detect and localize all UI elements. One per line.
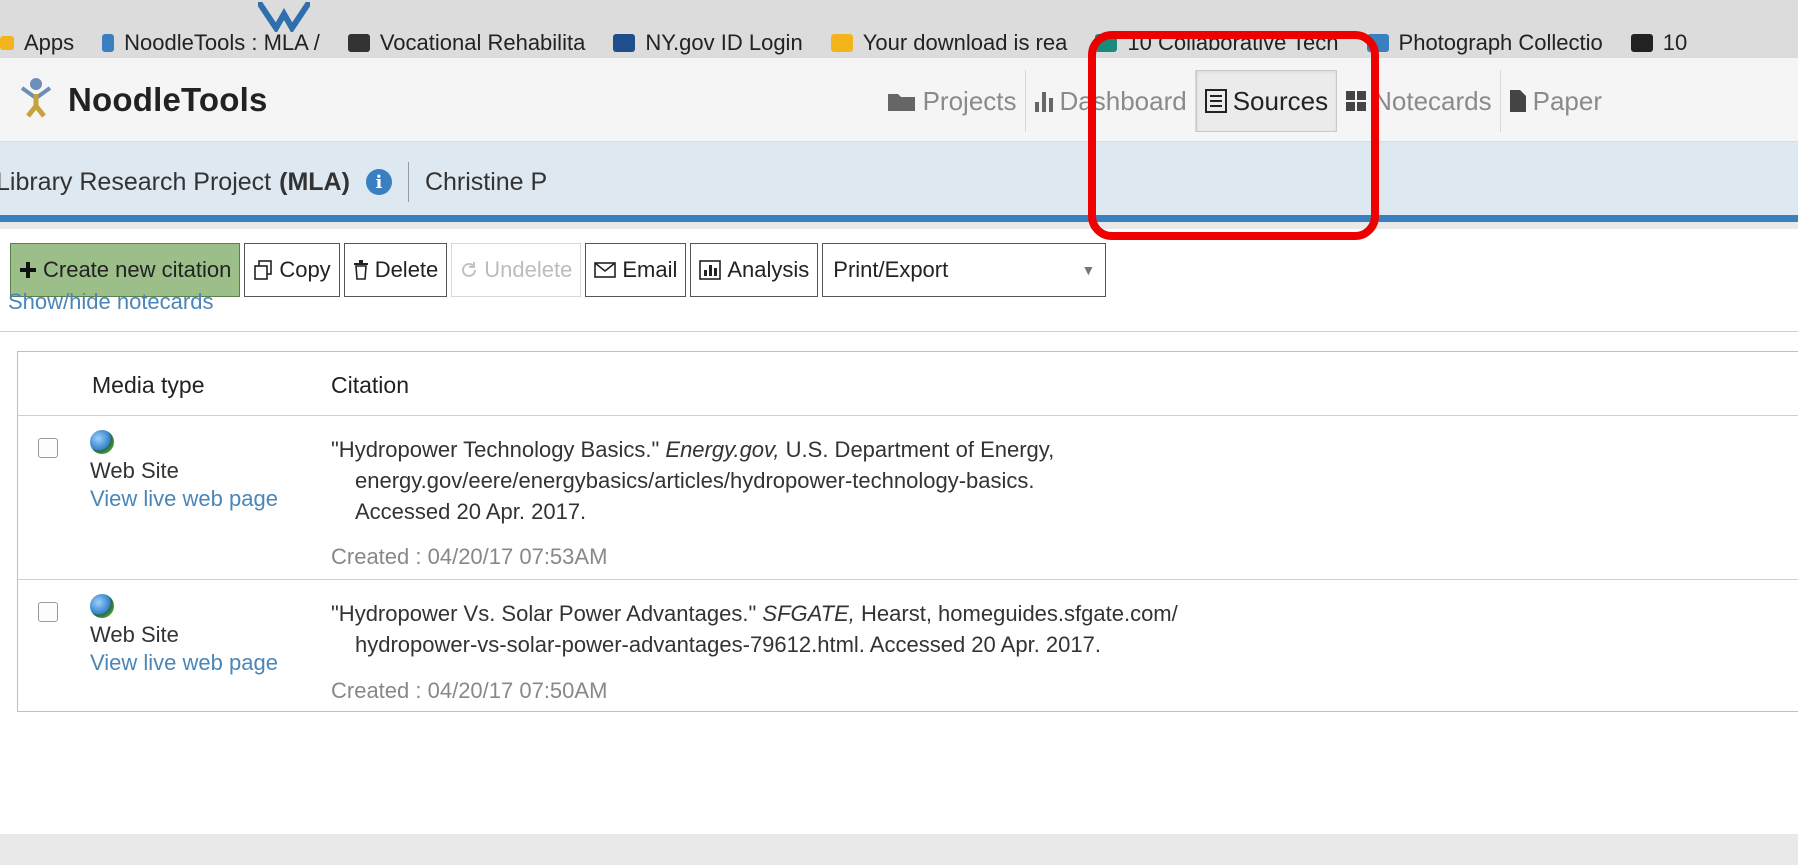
undelete-button[interactable]: Undelete	[451, 243, 582, 297]
media-type: Web Site	[90, 458, 179, 483]
noodletools-favicon-icon	[102, 34, 115, 52]
citation-text: "Hydropower Vs. Solar Power Advantages."…	[331, 601, 1178, 657]
brand-name: NoodleTools	[68, 80, 268, 118]
table-header: Media type Citation	[18, 352, 1798, 416]
project-info: Library Research Project (MLA) i Christi…	[0, 162, 547, 202]
bookmarks-row: Apps NoodleTools : MLA / Vocational Reha…	[0, 28, 1715, 58]
info-icon[interactable]: i	[365, 169, 392, 195]
document-icon	[1509, 89, 1527, 113]
sources-table: Media type Citation Web Site View live w…	[17, 351, 1798, 712]
app-header: NoodleTools Projects Dashboard Sources N…	[0, 58, 1798, 142]
keyboard-favicon-icon	[1630, 34, 1653, 52]
citation-text: "Hydropower Technology Basics." Energy.g…	[331, 437, 1055, 524]
print-export-select[interactable]: Print/Export ▼	[822, 243, 1107, 297]
bookmark-nygov[interactable]: NY.gov ID Login	[613, 30, 803, 56]
project-bar: Library Research Project (MLA) i Christi…	[0, 142, 1798, 222]
bookmarks-bar: Apps NoodleTools : MLA / Vocational Reha…	[0, 0, 1798, 58]
view-live-page-link[interactable]: View live web page	[90, 486, 278, 512]
nav-paper[interactable]: Paper	[1501, 70, 1610, 132]
nav-sources[interactable]: Sources	[1195, 70, 1338, 132]
page-footer-strip	[0, 834, 1798, 865]
bookmark-apps[interactable]: Apps	[0, 30, 74, 56]
undo-icon	[460, 261, 478, 279]
w-favicon-icon	[1366, 34, 1389, 52]
bookmark-10[interactable]: 10	[1630, 30, 1687, 56]
row-checkbox[interactable]	[38, 602, 58, 622]
globe-icon	[90, 594, 114, 618]
copy-icon	[253, 260, 273, 280]
media-type: Web Site	[90, 622, 179, 647]
download-favicon-icon	[830, 34, 853, 52]
apps-grid-icon	[0, 36, 14, 50]
divider	[0, 331, 1798, 332]
trash-icon	[353, 260, 369, 280]
grid-icon	[1345, 90, 1367, 112]
copy-button[interactable]: Copy	[244, 243, 340, 297]
brand-logo-icon	[18, 76, 54, 123]
bookmark-download[interactable]: Your download is rea	[830, 30, 1067, 56]
row-checkbox[interactable]	[38, 438, 58, 458]
created-timestamp: Created : 04/20/17 07:53AM	[331, 544, 608, 569]
main-nav: Projects Dashboard Sources Notecards Pap…	[879, 70, 1610, 132]
project-style: (MLA)	[279, 167, 350, 196]
project-title: Library Research Project	[0, 167, 272, 196]
email-button[interactable]: Email	[585, 243, 687, 297]
analysis-button[interactable]: Analysis	[690, 243, 819, 297]
main-content: Create new citation Copy Delete Undelete…	[0, 229, 1798, 834]
chevron-down-icon: ▼	[1081, 262, 1096, 278]
globe-icon	[90, 430, 114, 454]
nav-dashboard[interactable]: Dashboard	[1026, 70, 1196, 132]
analysis-chart-icon	[699, 260, 722, 280]
nygov-favicon-icon	[613, 34, 636, 52]
show-hide-notecards-link[interactable]: Show/hide notecards	[8, 289, 213, 315]
plus-icon	[19, 261, 37, 279]
brand[interactable]: NoodleTools	[18, 76, 268, 123]
chat-favicon-icon	[1095, 34, 1118, 52]
ed-favicon-icon	[347, 34, 370, 52]
delete-button[interactable]: Delete	[343, 243, 448, 297]
divider	[407, 162, 409, 202]
bookmark-vocational-rehab[interactable]: Vocational Rehabilita	[347, 30, 585, 56]
bookmark-photograph[interactable]: Photograph Collectio	[1366, 30, 1603, 56]
folder-icon	[887, 90, 917, 112]
project-owner: Christine P	[424, 167, 548, 196]
envelope-icon	[594, 262, 617, 278]
nav-projects[interactable]: Projects	[879, 70, 1026, 132]
created-timestamp: Created : 04/20/17 07:50AM	[331, 678, 608, 703]
list-icon	[1204, 89, 1227, 113]
nav-notecards[interactable]: Notecards	[1337, 70, 1501, 132]
table-row: Web Site View live web page "Hydropower …	[18, 580, 1798, 712]
column-media-type: Media type	[92, 372, 205, 398]
view-live-page-link[interactable]: View live web page	[90, 650, 278, 676]
bookmark-collaborative-tech[interactable]: 10 Collaborative Tech	[1095, 30, 1339, 56]
bookmark-noodletools[interactable]: NoodleTools : MLA /	[102, 30, 320, 56]
bar-chart-icon	[1034, 90, 1054, 112]
table-row: Web Site View live web page "Hydropower …	[18, 416, 1798, 580]
column-citation: Citation	[331, 372, 409, 398]
